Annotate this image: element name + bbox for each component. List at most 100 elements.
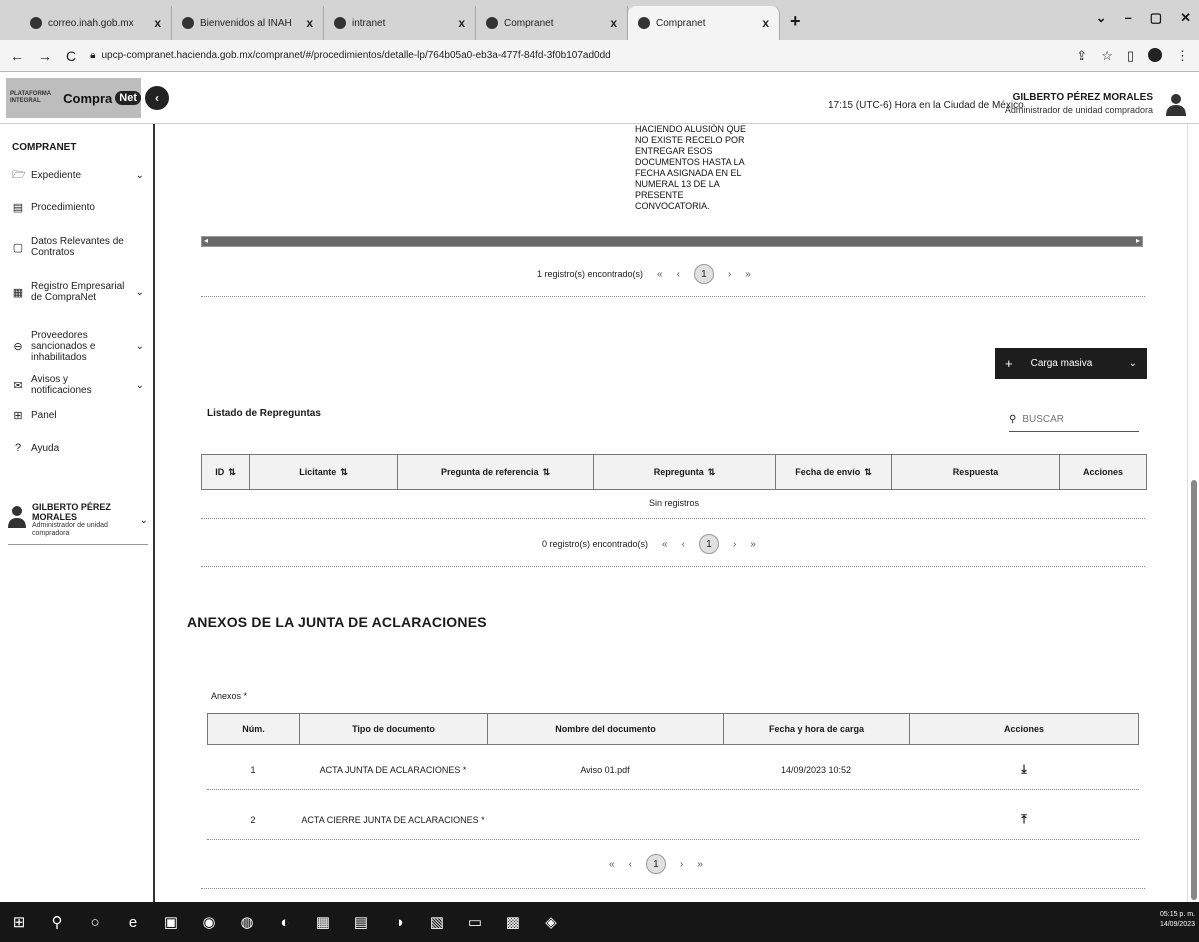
- repreguntas-table-header: ID ⇅ Licitante ⇅ Pregunta de referencia ⇅ R…: [201, 454, 1147, 490]
- first-page-button[interactable]: «: [657, 269, 663, 280]
- new-tab-button[interactable]: +: [780, 11, 811, 40]
- next-page-button[interactable]: ›: [728, 269, 731, 280]
- system-tray-clock[interactable]: 05:15 p. m. 14/09/2023: [1160, 910, 1195, 930]
- files-icon[interactable]: ▤: [352, 913, 370, 931]
- menu-icon[interactable]: ⋮: [1176, 48, 1189, 64]
- scroll-right-icon[interactable]: ▸: [1136, 236, 1140, 245]
- sidebar-item-registro-empresarial[interactable]: ▦ Registro Empresarial de CompraNet ⌄: [12, 281, 144, 303]
- sidebar-item-label: Proveedores sancionados e inhabilitados: [31, 330, 96, 363]
- windows-start-icon[interactable]: ⊞: [10, 913, 28, 931]
- sidebar-item-panel[interactable]: ⊞ Panel: [12, 409, 144, 422]
- col-pregunta-referencia[interactable]: Pregunta de referencia ⇅: [398, 455, 594, 489]
- user-avatar-icon[interactable]: [1165, 92, 1187, 116]
- url-field[interactable]: 🔒︎ upcp-compranet.hacienda.gob.mx/compran…: [90, 50, 1062, 61]
- tab-close-icon[interactable]: x: [458, 16, 465, 30]
- sidebar-item-proveedores[interactable]: ⊖ Proveedores sancionados e inhabilitado…: [12, 330, 144, 363]
- sidebar-item-label: Datos Relevantes de Contratos: [31, 236, 124, 258]
- sidebar-item-avisos[interactable]: ✉ Avisos y notificaciones ⌄: [12, 374, 144, 396]
- current-page-button[interactable]: 1: [645, 854, 666, 874]
- profile-icon[interactable]: [1148, 47, 1162, 62]
- col-label: Repregunta: [653, 467, 704, 477]
- browser-tab-2[interactable]: Bienvenidos al INAH x: [172, 6, 324, 40]
- current-page-button[interactable]: 1: [698, 534, 719, 554]
- first-page-button[interactable]: «: [662, 539, 668, 550]
- sidebar-item-expediente[interactable]: 🗁︎ Expediente ⌄: [12, 166, 144, 185]
- record-count: 1 registro(s) encontrado(s): [537, 269, 644, 279]
- app-icon[interactable]: ▭: [466, 913, 484, 931]
- download-icon[interactable]: ⤓: [1021, 762, 1026, 777]
- share-icon[interactable]: ⇪: [1076, 48, 1087, 64]
- sidebar-item-procedimiento[interactable]: ▤ Procedimiento: [12, 201, 144, 214]
- browser-tab-4[interactable]: Compranet x: [476, 6, 628, 40]
- col-fecha-envio[interactable]: Fecha de envío ⇅: [776, 455, 892, 489]
- col-label: Licitante: [299, 467, 337, 477]
- window-controls: ⌄ – ▢ ✕: [1096, 10, 1191, 26]
- chevron-down-icon: ⌄: [1128, 358, 1137, 369]
- firefox-icon[interactable]: ◍: [238, 913, 256, 931]
- lock-icon: 🔒︎: [90, 50, 96, 61]
- empty-state: Sin registros: [648, 498, 700, 508]
- prev-page-button[interactable]: ‹: [677, 269, 680, 280]
- divider: [201, 518, 1145, 519]
- word-icon[interactable]: ▧: [428, 913, 446, 931]
- close-window-icon[interactable]: ✕: [1180, 10, 1191, 26]
- building-icon: ▦: [12, 286, 24, 299]
- last-page-button[interactable]: »: [697, 859, 703, 870]
- favicon-icon: [486, 17, 498, 29]
- app-icon[interactable]: ◐: [276, 914, 294, 931]
- vertical-scrollbar[interactable]: [1187, 124, 1199, 902]
- edge-icon[interactable]: e: [124, 914, 142, 931]
- tray-time: 05:15 p. m.: [1159, 911, 1195, 918]
- cortana-icon[interactable]: ○: [86, 914, 104, 931]
- prev-page-button[interactable]: ‹: [682, 539, 685, 550]
- next-page-button[interactable]: ›: [680, 859, 683, 870]
- pager-repreguntas: 0 registro(s) encontrado(s) « ‹ 1 › »: [542, 534, 756, 554]
- collapse-sidebar-button[interactable]: ‹: [145, 86, 169, 110]
- excel-icon[interactable]: ▦: [314, 913, 332, 931]
- first-page-button[interactable]: «: [609, 859, 615, 870]
- tab-close-icon[interactable]: x: [762, 16, 769, 30]
- sidebar-user[interactable]: GILBERTO PÉREZ MORALES Administrador de …: [8, 502, 148, 545]
- next-page-button[interactable]: ›: [733, 539, 736, 550]
- app-icon[interactable]: ▩: [504, 913, 522, 931]
- forward-icon[interactable]: →: [38, 48, 52, 64]
- search-box[interactable]: ⚲: [1009, 414, 1139, 432]
- reload-icon[interactable]: C: [66, 48, 76, 64]
- current-page-button[interactable]: 1: [693, 264, 714, 284]
- maximize-icon[interactable]: ▢: [1150, 10, 1162, 26]
- browser-tab-1[interactable]: correo.inah.gob.mx x: [20, 6, 172, 40]
- app-icon[interactable]: ◈: [542, 913, 560, 931]
- url-text: upcp-compranet.hacienda.gob.mx/compranet…: [101, 50, 611, 61]
- sidepanel-icon[interactable]: ▯: [1127, 48, 1134, 64]
- horizontal-scrollbar[interactable]: ◂ ▸: [201, 236, 1143, 247]
- sidebar-item-datos-relevantes[interactable]: ▢ Datos Relevantes de Contratos: [12, 236, 144, 258]
- col-id[interactable]: ID ⇅: [202, 455, 250, 489]
- minimize-icon[interactable]: –: [1125, 10, 1132, 26]
- tab-close-icon[interactable]: x: [610, 16, 617, 30]
- store-icon[interactable]: ▣: [162, 913, 180, 931]
- carga-masiva-button[interactable]: + Carga masiva ⌄: [995, 348, 1147, 379]
- sidebar-item-ayuda[interactable]: ? Ayuda: [12, 442, 144, 454]
- browser-tab-5-active[interactable]: Compranet x: [628, 6, 780, 40]
- search-icon[interactable]: ⚲: [48, 913, 66, 931]
- logo-net-text: Net: [115, 91, 141, 105]
- star-icon[interactable]: ☆: [1101, 48, 1113, 64]
- browser-tab-3[interactable]: intranet x: [324, 6, 476, 40]
- last-page-button[interactable]: »: [745, 269, 751, 280]
- upload-icon[interactable]: ⤒: [1021, 812, 1026, 827]
- chrome-icon[interactable]: ◉: [200, 913, 218, 931]
- scroll-left-icon[interactable]: ◂: [204, 236, 208, 245]
- app-icon[interactable]: ◑: [390, 914, 408, 931]
- tab-close-icon[interactable]: x: [154, 16, 161, 30]
- prev-page-button[interactable]: ‹: [629, 859, 632, 870]
- col-licitante[interactable]: Licitante ⇅: [250, 455, 398, 489]
- search-icon: ⚲: [1009, 414, 1017, 425]
- last-page-button[interactable]: »: [750, 539, 756, 550]
- tab-search-icon[interactable]: ⌄: [1096, 10, 1107, 26]
- compranet-logo[interactable]: PLATAFORMA INTEGRAL Compra Net: [6, 78, 141, 118]
- scrollbar-thumb[interactable]: [1191, 480, 1197, 900]
- tab-close-icon[interactable]: x: [306, 16, 313, 30]
- col-repregunta[interactable]: Repregunta ⇅: [594, 455, 776, 489]
- search-input[interactable]: [1022, 414, 1123, 425]
- back-icon[interactable]: ←: [10, 48, 24, 64]
